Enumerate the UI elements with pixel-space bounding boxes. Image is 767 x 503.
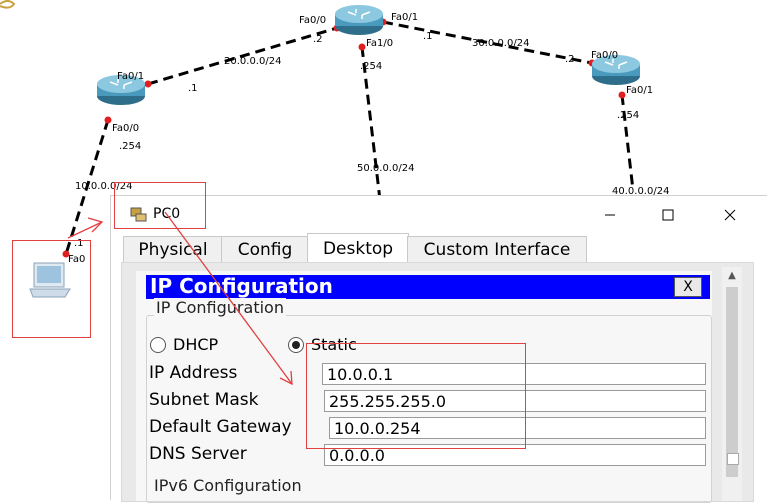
scrollbar-thumb[interactable] <box>726 287 738 477</box>
static-radio[interactable]: Static <box>288 335 357 354</box>
maximize-button[interactable] <box>653 202 683 228</box>
label-r1-fa01: Fa0/1 <box>117 71 144 82</box>
label-pc-ip1: .1 <box>74 238 84 249</box>
label-r0-ip1: .1 <box>423 31 433 42</box>
label-net-20: 20.0.0.0/24 <box>224 56 281 67</box>
ipv6-config-title: IPv6 Configuration <box>154 476 302 495</box>
dhcp-radio-dot[interactable] <box>150 336 166 353</box>
subnet-mask-input[interactable]: 255.255.255.0 <box>324 390 706 412</box>
close-window-button[interactable] <box>715 202 745 228</box>
ip-address-input[interactable]: 10.0.0.1 <box>322 363 706 385</box>
dhcp-radio[interactable]: DHCP <box>150 335 218 354</box>
pc-window-icon <box>130 207 147 222</box>
pc-icon[interactable] <box>29 262 71 298</box>
ip-config-header: IP Configuration X <box>146 274 710 299</box>
router-r0-icon[interactable] <box>335 5 383 35</box>
dns-server-input[interactable]: 0.0.0.0 <box>324 444 706 466</box>
default-gateway-label: Default Gateway <box>149 417 292 437</box>
label-r0-fa10: Fa1/0 <box>366 38 393 49</box>
default-gateway-input[interactable]: 10.0.0.254 <box>329 417 706 439</box>
window-title: PC0 <box>153 206 181 222</box>
label-r2-ip2: .2 <box>565 54 575 65</box>
subnet-mask-label: Subnet Mask <box>149 390 259 410</box>
label-r1-ip254: .254 <box>119 141 141 152</box>
desktop-panel: IP Configuration X IP Configuration DHCP… <box>121 262 754 503</box>
label-r2-fa01: Fa0/1 <box>626 85 653 96</box>
ip-config-group-title: IP Configuration <box>154 298 286 317</box>
label-r1-fa00: Fa0/0 <box>112 123 139 134</box>
tab-physical[interactable]: Physical <box>123 236 223 264</box>
label-r0-ip2: .2 <box>313 34 323 45</box>
dhcp-label: DHCP <box>173 335 219 354</box>
static-label: Static <box>311 335 357 354</box>
label-net-50: 50.0.0.0/24 <box>357 163 414 174</box>
ip-config-dialog: IP Configuration X IP Configuration DHCP… <box>136 271 712 503</box>
minimize-button[interactable] <box>595 202 625 228</box>
vertical-scrollbar[interactable]: ▲ <box>722 267 742 501</box>
scroll-up-arrow-icon[interactable]: ▲ <box>722 267 742 283</box>
label-net-10: 10.0.0.0/24 <box>75 181 132 192</box>
ip-config-close-button[interactable]: X <box>674 277 702 297</box>
static-radio-dot[interactable] <box>288 336 304 353</box>
label-r0-ip254: .254 <box>360 61 382 72</box>
label-r0-fa01: Fa0/1 <box>391 12 418 23</box>
label-pc-fa0: Fa0 <box>68 254 85 265</box>
ip-address-label: IP Address <box>149 363 238 383</box>
ip-config-heading: IP Configuration <box>150 274 333 298</box>
minimize-icon <box>605 214 615 216</box>
label-r2-fa00: Fa0/0 <box>591 50 618 61</box>
label-r2-ip254: .254 <box>617 110 639 121</box>
tab-desktop[interactable]: Desktop <box>307 233 409 265</box>
tab-custom-interface[interactable]: Custom Interface <box>407 236 587 264</box>
pc0-window: PC0 Physical Config Desktop Custom Inter… <box>110 195 767 503</box>
label-r0-fa00: Fa0/0 <box>299 15 326 26</box>
scrollbar-marker <box>727 453 739 465</box>
label-r1-ip1: .1 <box>188 83 198 94</box>
scribble-icon <box>0 0 16 9</box>
label-net-30: 30.0.0.0/24 <box>472 38 529 49</box>
tab-config[interactable]: Config <box>221 236 309 264</box>
dns-server-label: DNS Server <box>149 444 247 464</box>
window-titlebar[interactable]: PC0 <box>111 196 767 232</box>
maximize-icon <box>662 209 674 221</box>
close-icon <box>724 209 736 221</box>
